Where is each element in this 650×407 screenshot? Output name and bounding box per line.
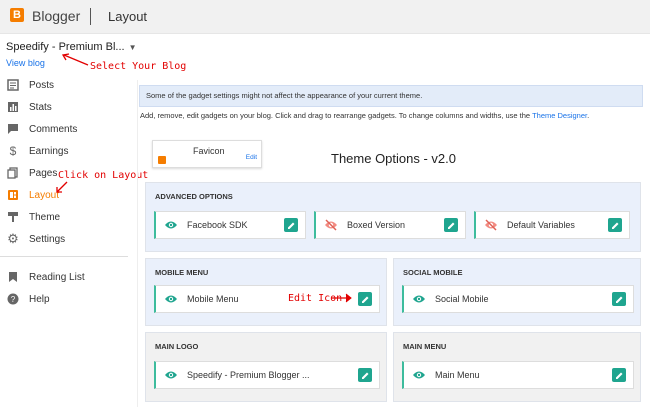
edit-pencil-icon[interactable] bbox=[358, 368, 372, 382]
gear-icon: ⚙ bbox=[7, 231, 19, 246]
gadget-main-logo[interactable]: Speedify - Premium Blogger ... bbox=[154, 361, 380, 389]
click-layout-annotation: Click on Layout bbox=[58, 170, 149, 181]
section-main-logo: MAIN LOGO Speedify - Premium Blogger ... bbox=[145, 332, 387, 402]
sidebar-item-label: Reading List bbox=[29, 271, 85, 283]
eye-icon[interactable] bbox=[164, 218, 178, 232]
sidebar-item-label: Help bbox=[29, 293, 50, 305]
eye-icon[interactable] bbox=[412, 368, 426, 382]
edit-pencil-icon[interactable] bbox=[612, 292, 626, 306]
favicon-gadget[interactable]: Favicon Edit bbox=[152, 140, 262, 168]
help-text: Add, remove, edit gadgets on your blog. … bbox=[140, 111, 589, 120]
help-text-body: Add, remove, edit gadgets on your blog. … bbox=[140, 111, 531, 120]
sidebar-item-comments[interactable]: Comments bbox=[0, 118, 130, 140]
click-layout-arrow bbox=[56, 181, 68, 193]
gadget-label: Social Mobile bbox=[435, 294, 489, 304]
section-advanced-options: ADVANCED OPTIONS Facebook SDK Boxed Vers… bbox=[145, 182, 641, 252]
select-blog-arrow bbox=[61, 53, 89, 66]
favicon-title: Favicon bbox=[193, 146, 225, 156]
gadget-default-variables[interactable]: Default Variables bbox=[474, 211, 630, 239]
help-text-end: . bbox=[587, 111, 590, 120]
edit-icon-arrow bbox=[331, 293, 352, 303]
edit-pencil-icon[interactable] bbox=[358, 292, 372, 306]
theme-designer-link[interactable]: Theme Designer bbox=[532, 111, 587, 120]
sidebar-item-theme[interactable]: Theme bbox=[0, 206, 130, 228]
sidebar-item-label: Posts bbox=[29, 79, 55, 91]
sidebar-item-label: Pages bbox=[29, 167, 58, 179]
blogger-favicon-icon bbox=[158, 156, 166, 164]
sidebar-item-label: Earnings bbox=[29, 145, 69, 157]
eye-icon[interactable] bbox=[164, 292, 178, 306]
posts-icon bbox=[6, 78, 20, 92]
page-title: Layout bbox=[108, 9, 148, 24]
svg-text:?: ? bbox=[11, 295, 16, 304]
section-mobile-menu: MOBILE MENU Mobile Menu bbox=[145, 258, 387, 326]
sidebar-item-help[interactable]: ? Help bbox=[0, 288, 130, 310]
edit-pencil-icon[interactable] bbox=[612, 368, 626, 382]
help-icon: ? bbox=[6, 292, 20, 306]
theme-options-title: Theme Options - v2.0 bbox=[331, 151, 456, 166]
sidebar-item-reading-list[interactable]: Reading List bbox=[0, 266, 130, 288]
eye-off-icon[interactable] bbox=[484, 218, 498, 232]
section-title: MAIN LOGO bbox=[155, 342, 199, 351]
section-title: ADVANCED OPTIONS bbox=[155, 192, 233, 201]
view-blog-link[interactable]: View blog bbox=[6, 58, 45, 68]
sidebar-item-label: Comments bbox=[29, 123, 78, 135]
sidebar-item-earnings[interactable]: $ Earnings bbox=[0, 140, 130, 162]
section-title: MOBILE MENU bbox=[155, 268, 209, 277]
edit-pencil-icon[interactable] bbox=[608, 218, 622, 232]
bookmark-icon bbox=[6, 270, 20, 284]
earnings-icon: $ bbox=[9, 144, 17, 158]
sidebar-item-stats[interactable]: Stats bbox=[0, 96, 130, 118]
sidebar-item-posts[interactable]: Posts bbox=[0, 74, 130, 96]
select-blog-annotation: Select Your Blog bbox=[90, 61, 187, 72]
chevron-down-icon: ▼ bbox=[128, 43, 137, 52]
eye-icon[interactable] bbox=[412, 292, 426, 306]
sidebar-item-settings[interactable]: ⚙ Settings bbox=[0, 228, 130, 250]
main-content: Some of the gadget settings might not af… bbox=[137, 80, 650, 407]
gadget-label: Speedify - Premium Blogger ... bbox=[187, 370, 310, 380]
pages-icon bbox=[6, 166, 20, 180]
top-bar: B Blogger Layout bbox=[0, 0, 650, 34]
comments-icon bbox=[6, 122, 20, 136]
gadget-main-menu[interactable]: Main Menu bbox=[402, 361, 634, 389]
layout-icon bbox=[6, 188, 20, 202]
sidebar-item-label: Stats bbox=[29, 101, 52, 113]
edit-pencil-icon[interactable] bbox=[284, 218, 298, 232]
eye-icon[interactable] bbox=[164, 368, 178, 382]
blogger-logo-icon[interactable]: B bbox=[10, 8, 24, 22]
sidebar-item-label: Theme bbox=[29, 211, 61, 223]
gadget-social-mobile[interactable]: Social Mobile bbox=[402, 285, 634, 313]
notice-banner: Some of the gadget settings might not af… bbox=[139, 85, 643, 107]
eye-off-icon[interactable] bbox=[324, 218, 338, 232]
section-social-mobile: SOCIAL MOBILE Social Mobile bbox=[393, 258, 641, 326]
sidebar-item-label: Settings bbox=[29, 233, 66, 245]
gadget-facebook-sdk[interactable]: Facebook SDK bbox=[154, 211, 306, 239]
favicon-edit-link[interactable]: Edit bbox=[246, 154, 257, 161]
stats-icon bbox=[6, 100, 20, 114]
header-divider bbox=[90, 8, 91, 25]
edit-pencil-icon[interactable] bbox=[444, 218, 458, 232]
theme-icon bbox=[6, 210, 20, 224]
sidebar-divider bbox=[0, 256, 128, 266]
section-title: MAIN MENU bbox=[403, 342, 447, 351]
gadget-label: Main Menu bbox=[435, 370, 480, 380]
gadget-boxed-version[interactable]: Boxed Version bbox=[314, 211, 466, 239]
section-main-menu: MAIN MENU Main Menu bbox=[393, 332, 641, 402]
section-title: SOCIAL MOBILE bbox=[403, 268, 463, 277]
brand-name: Blogger bbox=[32, 8, 81, 24]
